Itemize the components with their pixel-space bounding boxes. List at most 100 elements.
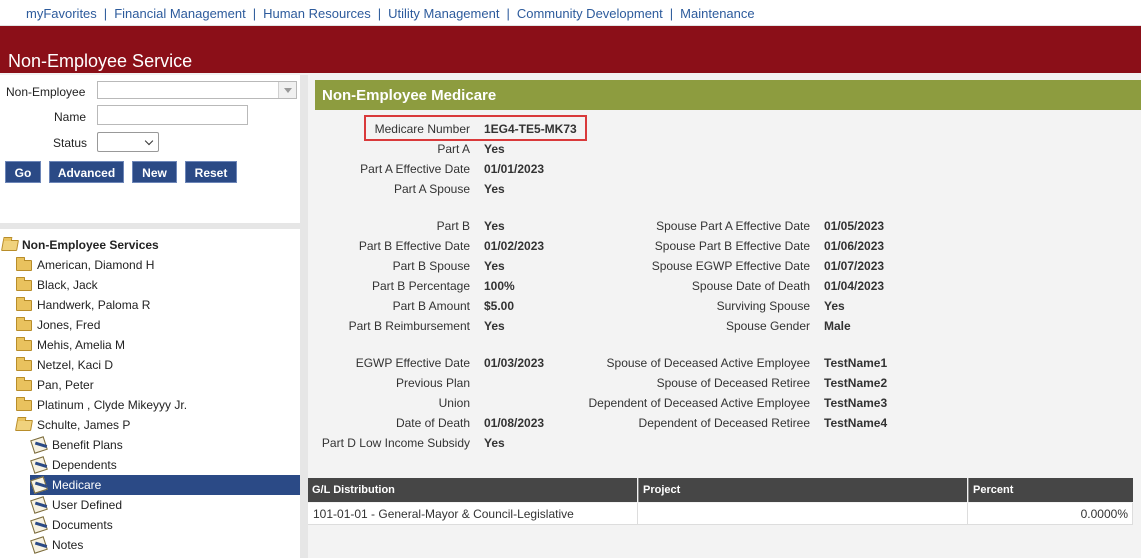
tree-item-person[interactable]: Handwerk, Paloma R xyxy=(0,295,300,315)
field-value: Male xyxy=(824,319,851,333)
field-value: 01/05/2023 xyxy=(824,219,885,233)
name-label: Name xyxy=(54,110,87,124)
gl-distribution-cell[interactable]: 101-01-01 - General-Mayor & Council-Legi… xyxy=(308,503,638,525)
tree-item-person[interactable]: Pan, Peter xyxy=(0,375,300,395)
section-header: Non-Employee Medicare xyxy=(315,80,1141,110)
field-label: Part B Spouse xyxy=(392,259,470,273)
folder-icon xyxy=(16,377,32,391)
field-value: Yes xyxy=(484,436,505,450)
field-label: Part A Effective Date xyxy=(360,162,470,176)
folder-icon xyxy=(16,257,32,271)
document-edit-icon xyxy=(30,496,48,514)
tree-item-dependents[interactable]: Dependents xyxy=(30,455,300,475)
field-label: Spouse Part A Effective Date xyxy=(656,219,810,233)
document-edit-icon xyxy=(30,436,48,454)
status-label: Status xyxy=(53,136,88,150)
top-navigation: myFavorites | Financial Management | Human R… xyxy=(0,0,1141,26)
medicare-detail-panel: Non-Employee Medicare Medicare Number 1E… xyxy=(308,75,1141,558)
project-cell[interactable] xyxy=(638,503,968,525)
document-edit-icon xyxy=(30,476,48,494)
tree-root[interactable]: Non-Employee Services xyxy=(0,235,300,255)
folder-icon xyxy=(16,277,32,291)
tree-item-benefit-plans[interactable]: Benefit Plans xyxy=(30,435,300,455)
non-employee-label: Non-Employee xyxy=(6,85,86,99)
document-edit-icon xyxy=(30,516,48,534)
folder-icon xyxy=(16,397,32,411)
tree-item-medicare[interactable]: Medicare xyxy=(30,475,300,495)
field-value: 01/06/2023 xyxy=(824,239,885,253)
field-value: TestName4 xyxy=(824,416,888,430)
tree-item-person[interactable]: Netzel, Kaci D xyxy=(0,355,300,375)
name-input[interactable] xyxy=(97,105,248,125)
field-label: Part B Amount xyxy=(392,299,470,313)
field-label: Dependent of Deceased Active Employee xyxy=(588,396,810,410)
column-header-project[interactable]: Project xyxy=(638,478,967,502)
chevron-down-icon[interactable] xyxy=(278,82,296,98)
folder-open-icon xyxy=(1,240,19,251)
field-label: Spouse Part B Effective Date xyxy=(654,239,810,253)
tree-item-documents[interactable]: Documents xyxy=(30,515,300,535)
column-header-gl-distribution[interactable]: G/L Distribution xyxy=(308,478,637,502)
field-label: Surviving Spouse xyxy=(716,299,810,313)
field-value: Yes xyxy=(484,182,505,196)
document-edit-icon xyxy=(30,536,48,554)
folder-icon xyxy=(16,297,32,311)
advanced-button[interactable]: Advanced xyxy=(49,161,124,183)
medicare-number-label: Medicare Number xyxy=(374,122,470,136)
field-label: Spouse EGWP Effective Date xyxy=(651,259,810,273)
status-select[interactable] xyxy=(97,132,159,152)
nav-community-development[interactable]: Community Development xyxy=(517,6,663,21)
nav-maintenance[interactable]: Maintenance xyxy=(680,6,754,21)
nav-myfavorites[interactable]: myFavorites xyxy=(26,6,97,21)
field-label: Part B Effective Date xyxy=(358,239,470,253)
field-label: Date of Death xyxy=(395,416,470,430)
field-value: TestName1 xyxy=(824,356,888,370)
field-label: Dependent of Deceased Retiree xyxy=(638,416,810,430)
field-label: Previous Plan xyxy=(395,376,470,390)
field-label: Part B Reimbursement xyxy=(348,319,470,333)
field-value: 01/04/2023 xyxy=(824,279,885,293)
field-value: 01/03/2023 xyxy=(484,356,545,370)
field-label: Spouse of Deceased Retiree xyxy=(656,376,810,390)
folder-icon xyxy=(16,317,32,331)
field-value: 01/08/2023 xyxy=(484,416,545,430)
vertical-splitter[interactable] xyxy=(300,75,308,558)
field-label: Part B xyxy=(436,219,470,233)
field-value: 100% xyxy=(484,279,515,293)
document-edit-icon xyxy=(30,456,48,474)
tree-item-person[interactable]: Jones, Fred xyxy=(0,315,300,335)
reset-button[interactable]: Reset xyxy=(185,161,237,183)
field-value: TestName3 xyxy=(824,396,888,410)
folder-open-icon xyxy=(15,420,33,431)
folder-icon xyxy=(16,357,32,371)
field-value: Yes xyxy=(824,299,845,313)
section-title: Non-Employee Medicare xyxy=(322,87,497,104)
tree-item-user-defined[interactable]: User Defined xyxy=(30,495,300,515)
tree-item-person[interactable]: Platinum , Clyde Mikeyyy Jr. xyxy=(0,395,300,415)
page-title: Non-Employee Service xyxy=(8,51,193,71)
non-employee-combobox[interactable] xyxy=(97,81,297,99)
tree-item-person[interactable]: Black, Jack xyxy=(0,275,300,295)
service-tree: Non-Employee Services American, Diamond … xyxy=(0,229,300,558)
new-button[interactable]: New xyxy=(132,161,177,183)
tree-item-person[interactable]: Schulte, James P xyxy=(0,415,300,435)
field-label: Part B Percentage xyxy=(371,279,470,293)
field-value: TestName2 xyxy=(824,376,888,390)
go-button[interactable]: Go xyxy=(5,161,41,183)
nav-utility-management[interactable]: Utility Management xyxy=(388,6,499,21)
field-value: 01/07/2023 xyxy=(824,259,885,273)
search-panel: Non-Employee Name Status Go Advanced New… xyxy=(0,75,300,223)
nav-financial-management[interactable]: Financial Management xyxy=(114,6,246,21)
percent-cell[interactable]: 0.0000% xyxy=(968,503,1133,525)
field-label: Spouse Date of Death xyxy=(691,279,810,293)
field-label: Part A xyxy=(437,142,470,156)
tree-item-notes[interactable]: Notes xyxy=(30,535,300,555)
nav-human-resources[interactable]: Human Resources xyxy=(263,6,371,21)
field-value: Yes xyxy=(484,259,505,273)
medicare-number-value: 1EG4-TE5-MK73 xyxy=(484,122,577,136)
tree-item-person[interactable]: American, Diamond H xyxy=(0,255,300,275)
folder-icon xyxy=(16,337,32,351)
field-value: 01/02/2023 xyxy=(484,239,545,253)
column-header-percent[interactable]: Percent xyxy=(968,478,1133,502)
tree-item-person[interactable]: Mehis, Amelia M xyxy=(0,335,300,355)
